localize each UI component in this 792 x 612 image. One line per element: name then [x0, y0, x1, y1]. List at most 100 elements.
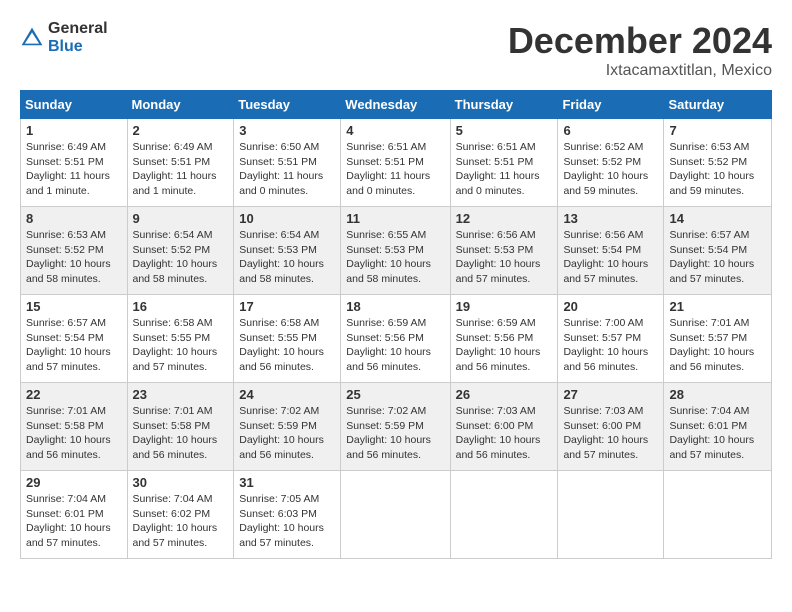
calendar-cell: 18 Sunrise: 6:59 AMSunset: 5:56 PMDaylig…: [341, 295, 450, 383]
day-number: 31: [239, 475, 335, 490]
day-number: 3: [239, 123, 335, 138]
day-info: Sunrise: 7:02 AMSunset: 5:59 PMDaylight:…: [346, 405, 431, 461]
day-info: Sunrise: 7:04 AMSunset: 6:01 PMDaylight:…: [669, 405, 754, 461]
calendar-cell: 12 Sunrise: 6:56 AMSunset: 5:53 PMDaylig…: [450, 207, 558, 295]
day-info: Sunrise: 6:57 AMSunset: 5:54 PMDaylight:…: [669, 229, 754, 285]
week-row-2: 8 Sunrise: 6:53 AMSunset: 5:52 PMDayligh…: [21, 207, 772, 295]
day-number: 9: [133, 211, 229, 226]
day-number: 6: [563, 123, 658, 138]
day-number: 10: [239, 211, 335, 226]
weekday-thursday: Thursday: [450, 91, 558, 119]
day-info: Sunrise: 7:00 AMSunset: 5:57 PMDaylight:…: [563, 317, 648, 373]
calendar-cell: 6 Sunrise: 6:52 AMSunset: 5:52 PMDayligh…: [558, 119, 664, 207]
day-number: 5: [456, 123, 553, 138]
calendar-cell: [450, 471, 558, 559]
day-number: 30: [133, 475, 229, 490]
calendar-cell: 13 Sunrise: 6:56 AMSunset: 5:54 PMDaylig…: [558, 207, 664, 295]
calendar-cell: 3 Sunrise: 6:50 AMSunset: 5:51 PMDayligh…: [234, 119, 341, 207]
day-info: Sunrise: 6:49 AMSunset: 5:51 PMDaylight:…: [26, 141, 110, 197]
calendar-cell: 15 Sunrise: 6:57 AMSunset: 5:54 PMDaylig…: [21, 295, 128, 383]
logo: General Blue: [20, 20, 108, 55]
day-info: Sunrise: 6:55 AMSunset: 5:53 PMDaylight:…: [346, 229, 431, 285]
day-number: 8: [26, 211, 122, 226]
day-info: Sunrise: 7:01 AMSunset: 5:58 PMDaylight:…: [26, 405, 111, 461]
day-number: 20: [563, 299, 658, 314]
calendar-table: SundayMondayTuesdayWednesdayThursdayFrid…: [20, 90, 772, 559]
logo-general-text: General: [48, 20, 108, 38]
day-info: Sunrise: 6:58 AMSunset: 5:55 PMDaylight:…: [239, 317, 324, 373]
weekday-sunday: Sunday: [21, 91, 128, 119]
calendar-cell: 21 Sunrise: 7:01 AMSunset: 5:57 PMDaylig…: [664, 295, 772, 383]
day-info: Sunrise: 6:54 AMSunset: 5:52 PMDaylight:…: [133, 229, 218, 285]
day-number: 21: [669, 299, 766, 314]
day-number: 23: [133, 387, 229, 402]
calendar-cell: 24 Sunrise: 7:02 AMSunset: 5:59 PMDaylig…: [234, 383, 341, 471]
calendar-cell: 31 Sunrise: 7:05 AMSunset: 6:03 PMDaylig…: [234, 471, 341, 559]
day-number: 13: [563, 211, 658, 226]
calendar-cell: 26 Sunrise: 7:03 AMSunset: 6:00 PMDaylig…: [450, 383, 558, 471]
day-number: 28: [669, 387, 766, 402]
day-info: Sunrise: 6:57 AMSunset: 5:54 PMDaylight:…: [26, 317, 111, 373]
weekday-tuesday: Tuesday: [234, 91, 341, 119]
calendar-body: 1 Sunrise: 6:49 AMSunset: 5:51 PMDayligh…: [21, 119, 772, 559]
day-info: Sunrise: 7:03 AMSunset: 6:00 PMDaylight:…: [563, 405, 648, 461]
day-number: 22: [26, 387, 122, 402]
day-number: 26: [456, 387, 553, 402]
calendar-cell: 7 Sunrise: 6:53 AMSunset: 5:52 PMDayligh…: [664, 119, 772, 207]
calendar-cell: 16 Sunrise: 6:58 AMSunset: 5:55 PMDaylig…: [127, 295, 234, 383]
calendar-cell: 23 Sunrise: 7:01 AMSunset: 5:58 PMDaylig…: [127, 383, 234, 471]
day-number: 14: [669, 211, 766, 226]
page-header: General Blue December 2024 Ixtacamaxtitl…: [20, 20, 772, 80]
calendar-cell: [341, 471, 450, 559]
calendar-cell: 5 Sunrise: 6:51 AMSunset: 5:51 PMDayligh…: [450, 119, 558, 207]
weekday-friday: Friday: [558, 91, 664, 119]
day-info: Sunrise: 6:56 AMSunset: 5:53 PMDaylight:…: [456, 229, 541, 285]
day-info: Sunrise: 6:54 AMSunset: 5:53 PMDaylight:…: [239, 229, 324, 285]
day-info: Sunrise: 6:56 AMSunset: 5:54 PMDaylight:…: [563, 229, 648, 285]
weekday-monday: Monday: [127, 91, 234, 119]
day-info: Sunrise: 7:02 AMSunset: 5:59 PMDaylight:…: [239, 405, 324, 461]
month-title: December 2024: [508, 20, 772, 62]
day-number: 25: [346, 387, 444, 402]
calendar-cell: 9 Sunrise: 6:54 AMSunset: 5:52 PMDayligh…: [127, 207, 234, 295]
day-info: Sunrise: 7:01 AMSunset: 5:57 PMDaylight:…: [669, 317, 754, 373]
day-number: 12: [456, 211, 553, 226]
calendar-cell: 25 Sunrise: 7:02 AMSunset: 5:59 PMDaylig…: [341, 383, 450, 471]
day-number: 29: [26, 475, 122, 490]
calendar-cell: 19 Sunrise: 6:59 AMSunset: 5:56 PMDaylig…: [450, 295, 558, 383]
calendar-cell: 8 Sunrise: 6:53 AMSunset: 5:52 PMDayligh…: [21, 207, 128, 295]
calendar-cell: 27 Sunrise: 7:03 AMSunset: 6:00 PMDaylig…: [558, 383, 664, 471]
week-row-4: 22 Sunrise: 7:01 AMSunset: 5:58 PMDaylig…: [21, 383, 772, 471]
day-info: Sunrise: 6:49 AMSunset: 5:51 PMDaylight:…: [133, 141, 217, 197]
day-info: Sunrise: 6:59 AMSunset: 5:56 PMDaylight:…: [456, 317, 541, 373]
calendar-cell: 28 Sunrise: 7:04 AMSunset: 6:01 PMDaylig…: [664, 383, 772, 471]
day-info: Sunrise: 7:04 AMSunset: 6:02 PMDaylight:…: [133, 493, 218, 549]
day-info: Sunrise: 6:51 AMSunset: 5:51 PMDaylight:…: [346, 141, 430, 197]
day-info: Sunrise: 7:04 AMSunset: 6:01 PMDaylight:…: [26, 493, 111, 549]
day-info: Sunrise: 6:50 AMSunset: 5:51 PMDaylight:…: [239, 141, 323, 197]
day-info: Sunrise: 6:52 AMSunset: 5:52 PMDaylight:…: [563, 141, 648, 197]
calendar-cell: 2 Sunrise: 6:49 AMSunset: 5:51 PMDayligh…: [127, 119, 234, 207]
calendar-cell: 30 Sunrise: 7:04 AMSunset: 6:02 PMDaylig…: [127, 471, 234, 559]
calendar-cell: 20 Sunrise: 7:00 AMSunset: 5:57 PMDaylig…: [558, 295, 664, 383]
title-block: December 2024 Ixtacamaxtitlan, Mexico: [508, 20, 772, 80]
day-number: 7: [669, 123, 766, 138]
logo-text: General Blue: [48, 20, 108, 55]
calendar-cell: 17 Sunrise: 6:58 AMSunset: 5:55 PMDaylig…: [234, 295, 341, 383]
calendar-cell: 10 Sunrise: 6:54 AMSunset: 5:53 PMDaylig…: [234, 207, 341, 295]
calendar-cell: [558, 471, 664, 559]
day-info: Sunrise: 6:53 AMSunset: 5:52 PMDaylight:…: [669, 141, 754, 197]
day-number: 27: [563, 387, 658, 402]
day-info: Sunrise: 7:05 AMSunset: 6:03 PMDaylight:…: [239, 493, 324, 549]
calendar-cell: 4 Sunrise: 6:51 AMSunset: 5:51 PMDayligh…: [341, 119, 450, 207]
calendar-cell: 22 Sunrise: 7:01 AMSunset: 5:58 PMDaylig…: [21, 383, 128, 471]
calendar-cell: 14 Sunrise: 6:57 AMSunset: 5:54 PMDaylig…: [664, 207, 772, 295]
weekday-header-row: SundayMondayTuesdayWednesdayThursdayFrid…: [21, 91, 772, 119]
day-number: 1: [26, 123, 122, 138]
calendar-cell: 1 Sunrise: 6:49 AMSunset: 5:51 PMDayligh…: [21, 119, 128, 207]
day-info: Sunrise: 6:51 AMSunset: 5:51 PMDaylight:…: [456, 141, 540, 197]
week-row-3: 15 Sunrise: 6:57 AMSunset: 5:54 PMDaylig…: [21, 295, 772, 383]
day-number: 11: [346, 211, 444, 226]
day-number: 4: [346, 123, 444, 138]
day-info: Sunrise: 7:03 AMSunset: 6:00 PMDaylight:…: [456, 405, 541, 461]
